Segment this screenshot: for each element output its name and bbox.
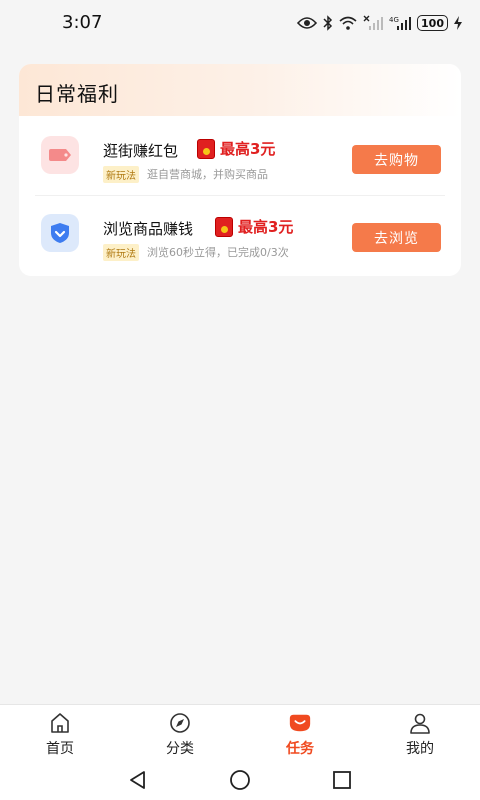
system-nav-bar — [0, 760, 480, 800]
bluetooth-icon — [323, 15, 333, 31]
charging-icon — [454, 16, 462, 30]
signal-4g-icon: 4G — [389, 15, 412, 31]
nav-label: 我的 — [406, 741, 434, 757]
task-title: 逛街赚红包 — [103, 142, 179, 160]
nav-label: 首页 — [46, 741, 74, 757]
price-tag-icon — [41, 136, 79, 174]
daily-benefits-card: 日常福利 逛街赚红包 最高3元 新玩法 逛自营商城，并购买商品 去购物 浏览商品… — [19, 64, 461, 276]
red-envelope-icon — [215, 216, 233, 237]
divider — [35, 195, 445, 196]
nav-label: 任务 — [286, 741, 314, 757]
new-badge: 新玩法 — [103, 166, 139, 183]
nav-label: 分类 — [166, 741, 194, 757]
svg-text:4G: 4G — [389, 16, 399, 24]
home-icon — [48, 711, 72, 735]
go-browse-button[interactable]: 去浏览 — [352, 223, 441, 252]
card-header: 日常福利 — [19, 64, 461, 116]
back-icon[interactable] — [126, 768, 150, 792]
wifi-icon — [339, 16, 357, 30]
reward: 最高3元 — [215, 216, 293, 237]
task-row: 逛街赚红包 最高3元 新玩法 逛自营商城，并购买商品 去购物 — [19, 122, 461, 188]
status-icons: 4G 100 — [297, 13, 462, 33]
nav-item-tasks[interactable]: 任务 — [240, 705, 360, 760]
task-description: 浏览60秒立得，已完成0/3次 — [147, 246, 289, 259]
status-time: 3:07 — [62, 12, 103, 33]
section-title: 日常福利 — [35, 82, 119, 106]
home-circle-icon[interactable] — [228, 768, 252, 792]
nav-item-category[interactable]: 分类 — [120, 705, 240, 760]
task-smile-icon — [288, 711, 312, 735]
compass-icon — [168, 711, 192, 735]
reward: 最高3元 — [197, 138, 275, 159]
nav-item-mine[interactable]: 我的 — [360, 705, 480, 760]
task-description: 逛自营商城，并购买商品 — [147, 168, 268, 181]
signal-off-icon — [363, 15, 384, 31]
task-title: 浏览商品赚钱 — [103, 220, 194, 238]
recents-square-icon[interactable] — [330, 768, 354, 792]
person-icon — [408, 711, 432, 735]
new-badge: 新玩法 — [103, 244, 139, 261]
status-bar: 3:07 4G 100 — [0, 0, 480, 46]
eye-icon — [297, 16, 318, 30]
shield-check-icon — [41, 214, 79, 252]
reward-text: 最高3元 — [238, 218, 294, 236]
red-envelope-icon — [197, 138, 215, 159]
task-row: 浏览商品赚钱 最高3元 新玩法 浏览60秒立得，已完成0/3次 去浏览 — [19, 200, 461, 266]
nav-item-home[interactable]: 首页 — [0, 705, 120, 760]
battery-indicator: 100 — [417, 15, 448, 31]
reward-text: 最高3元 — [220, 140, 276, 158]
go-shopping-button[interactable]: 去购物 — [352, 145, 441, 174]
bottom-nav: 首页 分类 任务 我的 — [0, 704, 480, 760]
